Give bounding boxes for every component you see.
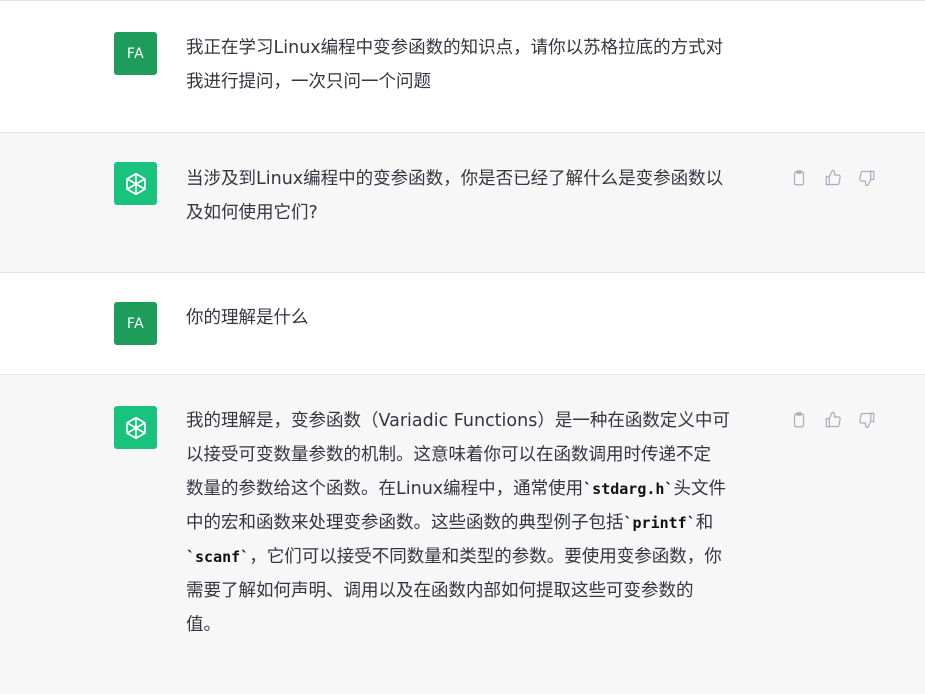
thumbs-down-button[interactable] [857, 410, 877, 430]
message-text: 当涉及到Linux编程中的变参函数，你是否已经了解什么是变参函数以 及如何使用它… [186, 169, 724, 223]
clipboard-icon [793, 412, 805, 428]
user-avatar: FA [114, 302, 157, 345]
inline-code: `scanf` [186, 548, 250, 566]
inline-code: `printf` [623, 514, 696, 532]
message-text: 我的理解是，变参函数（Variadic Functions）是一种在函数定义中可… [186, 404, 778, 642]
thumbs-down-icon [859, 412, 875, 429]
assistant-avatar [114, 406, 157, 449]
user-avatar-initials: FA [126, 45, 145, 62]
openai-logo-icon [125, 172, 146, 195]
message-actions [789, 168, 877, 188]
thumbs-down-icon [859, 170, 875, 187]
message-text: 我正在学习Linux编程中变参函数的知识点，请你以苏格拉底的方式对 我进行提问，… [186, 38, 724, 92]
assistant-message-2: 我的理解是，变参函数（Variadic Functions）是一种在函数定义中可… [0, 375, 925, 694]
copy-button[interactable] [789, 410, 809, 430]
clipboard-icon [793, 170, 805, 186]
openai-logo-icon [125, 416, 146, 439]
message-actions [789, 410, 877, 430]
user-avatar-initials: FA [126, 315, 145, 332]
thumbs-up-button[interactable] [823, 168, 843, 188]
thumbs-down-button[interactable] [857, 168, 877, 188]
thumbs-up-icon [825, 411, 841, 428]
thumbs-up-icon [825, 169, 841, 186]
chat-thread: FA 我正在学习Linux编程中变参函数的知识点，请你以苏格拉底的方式对 我进行… [0, 0, 925, 694]
text-segment: 和 [695, 513, 714, 533]
user-message-1: FA 我正在学习Linux编程中变参函数的知识点，请你以苏格拉底的方式对 我进行… [0, 0, 925, 133]
copy-button[interactable] [789, 168, 809, 188]
user-avatar: FA [114, 32, 157, 75]
thumbs-up-button[interactable] [823, 410, 843, 430]
assistant-avatar [114, 162, 157, 205]
text-segment: ，它们可以接受不同数量和类型的参数。要使用变参函数，你 需要了解如何声明、调用以… [186, 547, 722, 635]
inline-code: `stdarg.h` [583, 480, 674, 498]
message-text: 你的理解是什么 [186, 308, 309, 328]
assistant-message-1: 当涉及到Linux编程中的变参函数，你是否已经了解什么是变参函数以 及如何使用它… [0, 133, 925, 273]
user-message-2: FA 你的理解是什么 [0, 273, 925, 375]
